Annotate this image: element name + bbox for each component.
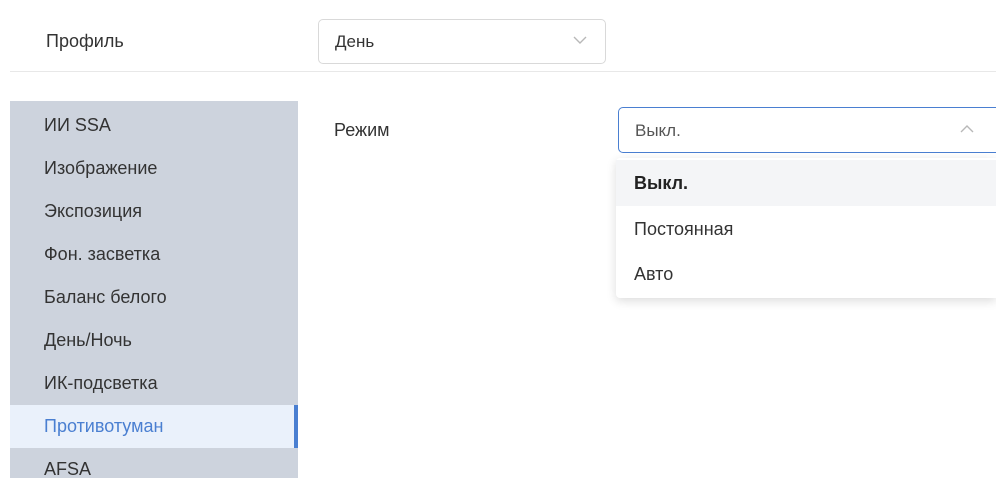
sidebar-item-label: Изображение [44,158,158,178]
sidebar-item-exposure[interactable]: Экспозиция [10,190,298,233]
sidebar-item-label: Противотуман [44,416,164,436]
sidebar-item-label: AFSA [44,459,92,478]
mode-select[interactable]: Выкл. [618,107,996,153]
mode-select-value: Выкл. [635,121,681,140]
mode-dropdown: Выкл. Постоянная Авто [616,158,996,298]
sidebar-item-image[interactable]: Изображение [10,147,298,190]
divider [10,71,996,72]
sidebar-menu: ИИ SSA Изображение Экспозиция Фон. засве… [10,101,298,478]
profile-select[interactable]: День [318,19,606,64]
sidebar-item-defog[interactable]: Противотуман [10,405,298,448]
sidebar-item-backlight[interactable]: Фон. засветка [10,233,298,276]
chevron-up-icon [960,125,974,133]
sidebar-item-label: ИИ SSA [44,115,111,135]
mode-option-constant[interactable]: Постоянная [616,206,996,252]
mode-label: Режим [334,120,390,140]
chevron-down-icon [573,36,587,44]
sidebar-item-label: ИК-подсветка [44,373,158,393]
sidebar-item-label: Фон. засветка [44,244,161,264]
mode-option-auto[interactable]: Авто [616,251,996,297]
mode-option-off[interactable]: Выкл. [616,160,996,206]
profile-select-value: День [335,32,375,51]
sidebar-item-label: Баланс белого [44,287,167,307]
sidebar-item-afsa[interactable]: AFSA [10,448,298,478]
profile-label: Профиль [46,31,124,51]
sidebar-item-white-balance[interactable]: Баланс белого [10,276,298,319]
sidebar-item-label: Экспозиция [44,201,142,221]
sidebar-item-day-night[interactable]: День/Ночь [10,319,298,362]
sidebar-item-label: День/Ночь [44,330,132,350]
sidebar-item-ai-ssa[interactable]: ИИ SSA [10,104,298,147]
profile-bar: Профиль День [0,0,996,72]
sidebar-item-ir-light[interactable]: ИК-подсветка [10,362,298,405]
